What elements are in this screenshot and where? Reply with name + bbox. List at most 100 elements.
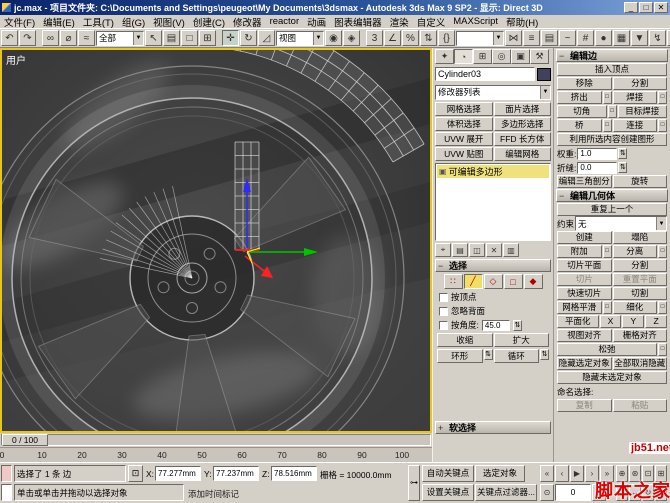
- attach-button[interactable]: 附加: [557, 245, 602, 258]
- dropdown-arrow-icon[interactable]: ▼: [656, 217, 666, 230]
- selection-lock-toggle[interactable]: ⊡: [128, 465, 143, 482]
- select-and-scale-icon[interactable]: ◿: [258, 30, 275, 46]
- relax-button-settings-icon[interactable]: □: [658, 343, 667, 356]
- z-coordinate-field[interactable]: 78.516mm: [271, 466, 317, 481]
- modifier-stack[interactable]: ▣ 可编辑多边形: [435, 163, 551, 241]
- copy-named-selection-button[interactable]: 复制: [557, 399, 612, 412]
- go-to-start-icon[interactable]: «: [540, 465, 554, 482]
- edge-crease-field[interactable]: 0.0: [577, 161, 618, 174]
- attach-button-settings-icon[interactable]: □: [602, 245, 612, 258]
- spinner-icon[interactable]: ⇅: [512, 319, 522, 331]
- planar-y-button[interactable]: Y: [622, 315, 645, 328]
- previous-frame-icon[interactable]: ‹: [555, 465, 569, 482]
- layer-manager-icon[interactable]: ▤: [541, 30, 558, 46]
- time-slider[interactable]: 0 / 100: [0, 433, 432, 447]
- detach-button-settings-icon[interactable]: □: [658, 245, 667, 258]
- menu-item-7[interactable]: 修改器: [229, 15, 266, 29]
- ring-button[interactable]: 环形: [437, 349, 483, 363]
- selection-rollout-header[interactable]: − 选择: [435, 259, 551, 272]
- unhide-all-button[interactable]: 全部取消隐藏: [612, 357, 667, 370]
- modifier-button-2[interactable]: 面片选择: [493, 102, 551, 116]
- slice-plane-button[interactable]: 切片平面: [557, 259, 612, 272]
- menu-item-10[interactable]: 图表编辑器: [330, 15, 386, 29]
- menu-item-14[interactable]: 帮助(H): [502, 15, 542, 29]
- edit-triangulation-button[interactable]: 编辑三角剖分: [557, 175, 612, 188]
- tab-utilities[interactable]: ⚒: [530, 49, 549, 64]
- snap-toggle-3d-icon[interactable]: 3: [366, 30, 383, 46]
- reference-coordinate-dropdown[interactable]: 视图 ▼: [276, 30, 324, 46]
- planar-x-button[interactable]: X: [599, 315, 622, 328]
- dropdown-arrow-icon[interactable]: ▼: [540, 85, 550, 99]
- menu-item-8[interactable]: reactor: [266, 16, 304, 27]
- select-and-manipulate-icon[interactable]: ◈: [343, 30, 360, 46]
- tab-display[interactable]: ▣: [511, 49, 530, 64]
- edge-subobject-icon[interactable]: ╱: [463, 274, 483, 289]
- macro-recorder-mini[interactable]: [1, 465, 12, 482]
- create-button[interactable]: 创建: [557, 231, 612, 244]
- by-angle-checkbox[interactable]: [439, 320, 448, 330]
- hide-selected-button[interactable]: 隐藏选定对象: [557, 357, 612, 370]
- key-mode-toggle-icon[interactable]: ⊙: [540, 484, 554, 501]
- menu-item-11[interactable]: 渲染: [386, 15, 413, 29]
- weld-button[interactable]: 焊接: [612, 91, 657, 104]
- create-shape-from-selection-button[interactable]: 利用所选内容创建图形: [557, 133, 667, 146]
- split-toggle-button[interactable]: 分割: [612, 259, 667, 272]
- cut-button[interactable]: 切割: [612, 287, 667, 300]
- shrink-button[interactable]: 收缩: [437, 333, 493, 347]
- maximize-button[interactable]: □: [639, 2, 653, 13]
- spinner-icon[interactable]: ⇅: [618, 162, 628, 173]
- menu-item-4[interactable]: 组(G): [118, 15, 149, 29]
- modifier-button-8[interactable]: 编辑网格: [493, 147, 551, 161]
- reset-plane-button[interactable]: 重置平面: [612, 273, 667, 286]
- use-pivot-center-icon[interactable]: ◉: [325, 30, 342, 46]
- select-object-icon[interactable]: ↖: [145, 30, 162, 46]
- ignore-backfacing-checkbox[interactable]: [439, 306, 448, 316]
- modifier-button-3[interactable]: 体积选择: [435, 117, 493, 131]
- chamfer-button[interactable]: 切角: [557, 105, 607, 118]
- maxscript-listener-mini[interactable]: [1, 484, 12, 501]
- grid-align-button[interactable]: 栅格对齐: [612, 329, 667, 342]
- tessellate-button-settings-icon[interactable]: □: [658, 301, 667, 314]
- viewport-canvas[interactable]: [0, 10, 430, 491]
- x-coordinate-field[interactable]: 77.277mm: [155, 466, 201, 481]
- viewport-user[interactable]: 用户: [0, 10, 432, 491]
- current-frame-field[interactable]: 0: [555, 484, 591, 501]
- collapse-button[interactable]: 塌陷: [612, 231, 667, 244]
- pin-stack-icon[interactable]: ⌖: [435, 243, 451, 257]
- repeat-last-button[interactable]: 重复上一个: [557, 203, 667, 216]
- time-slider-track[interactable]: [1, 434, 431, 446]
- connect-button[interactable]: 连接: [612, 119, 657, 132]
- tab-motion[interactable]: ◎: [492, 49, 511, 64]
- detach-button[interactable]: 分离: [612, 245, 657, 258]
- paste-named-selection-button[interactable]: 粘贴: [612, 399, 667, 412]
- mirror-icon[interactable]: ⋈: [505, 30, 522, 46]
- auto-key-button[interactable]: 自动关键点: [422, 465, 474, 482]
- remove-button[interactable]: 移除: [557, 77, 612, 90]
- select-and-rotate-icon[interactable]: ↻: [240, 30, 257, 46]
- render-type-icon[interactable]: ▼: [631, 30, 648, 46]
- extrude-button[interactable]: 挤出: [557, 91, 602, 104]
- y-coordinate-field[interactable]: 77.237mm: [213, 466, 259, 481]
- extrude-button-settings-icon[interactable]: □: [602, 91, 612, 104]
- unlink-selection-icon[interactable]: ⌀: [60, 30, 77, 46]
- material-editor-icon[interactable]: ●: [595, 30, 612, 46]
- modifier-button-7[interactable]: UVW 贴图: [435, 147, 493, 161]
- menu-item-6[interactable]: 创建(C): [189, 15, 229, 29]
- menu-item-2[interactable]: 编辑(E): [39, 15, 79, 29]
- menu-item-13[interactable]: MAXScript: [449, 16, 502, 27]
- loop-button[interactable]: 循环: [493, 349, 539, 363]
- constraints-dropdown[interactable]: 无 ▼: [575, 216, 667, 231]
- set-key-mode-button[interactable]: 设置关键点: [422, 484, 474, 501]
- window-crossing-toggle-icon[interactable]: ⊞: [199, 30, 216, 46]
- edit-edges-rollout-header[interactable]: − 编辑边: [556, 49, 668, 62]
- edit-geometry-rollout-header[interactable]: − 编辑几何体: [556, 189, 668, 202]
- menu-item-12[interactable]: 自定义: [413, 15, 450, 29]
- menu-item-1[interactable]: 文件(F): [0, 15, 39, 29]
- modifier-button-6[interactable]: FFD 长方体: [493, 132, 551, 146]
- modifier-list-dropdown[interactable]: 修改器列表 ▼: [435, 84, 551, 100]
- dropdown-arrow-icon[interactable]: ▼: [133, 31, 143, 45]
- add-time-tag[interactable]: 添加时间标记: [188, 488, 239, 500]
- target-weld-button[interactable]: 目标焊接: [617, 105, 667, 118]
- select-and-move-icon[interactable]: ✛: [222, 30, 239, 46]
- tab-create[interactable]: ✦: [435, 49, 454, 64]
